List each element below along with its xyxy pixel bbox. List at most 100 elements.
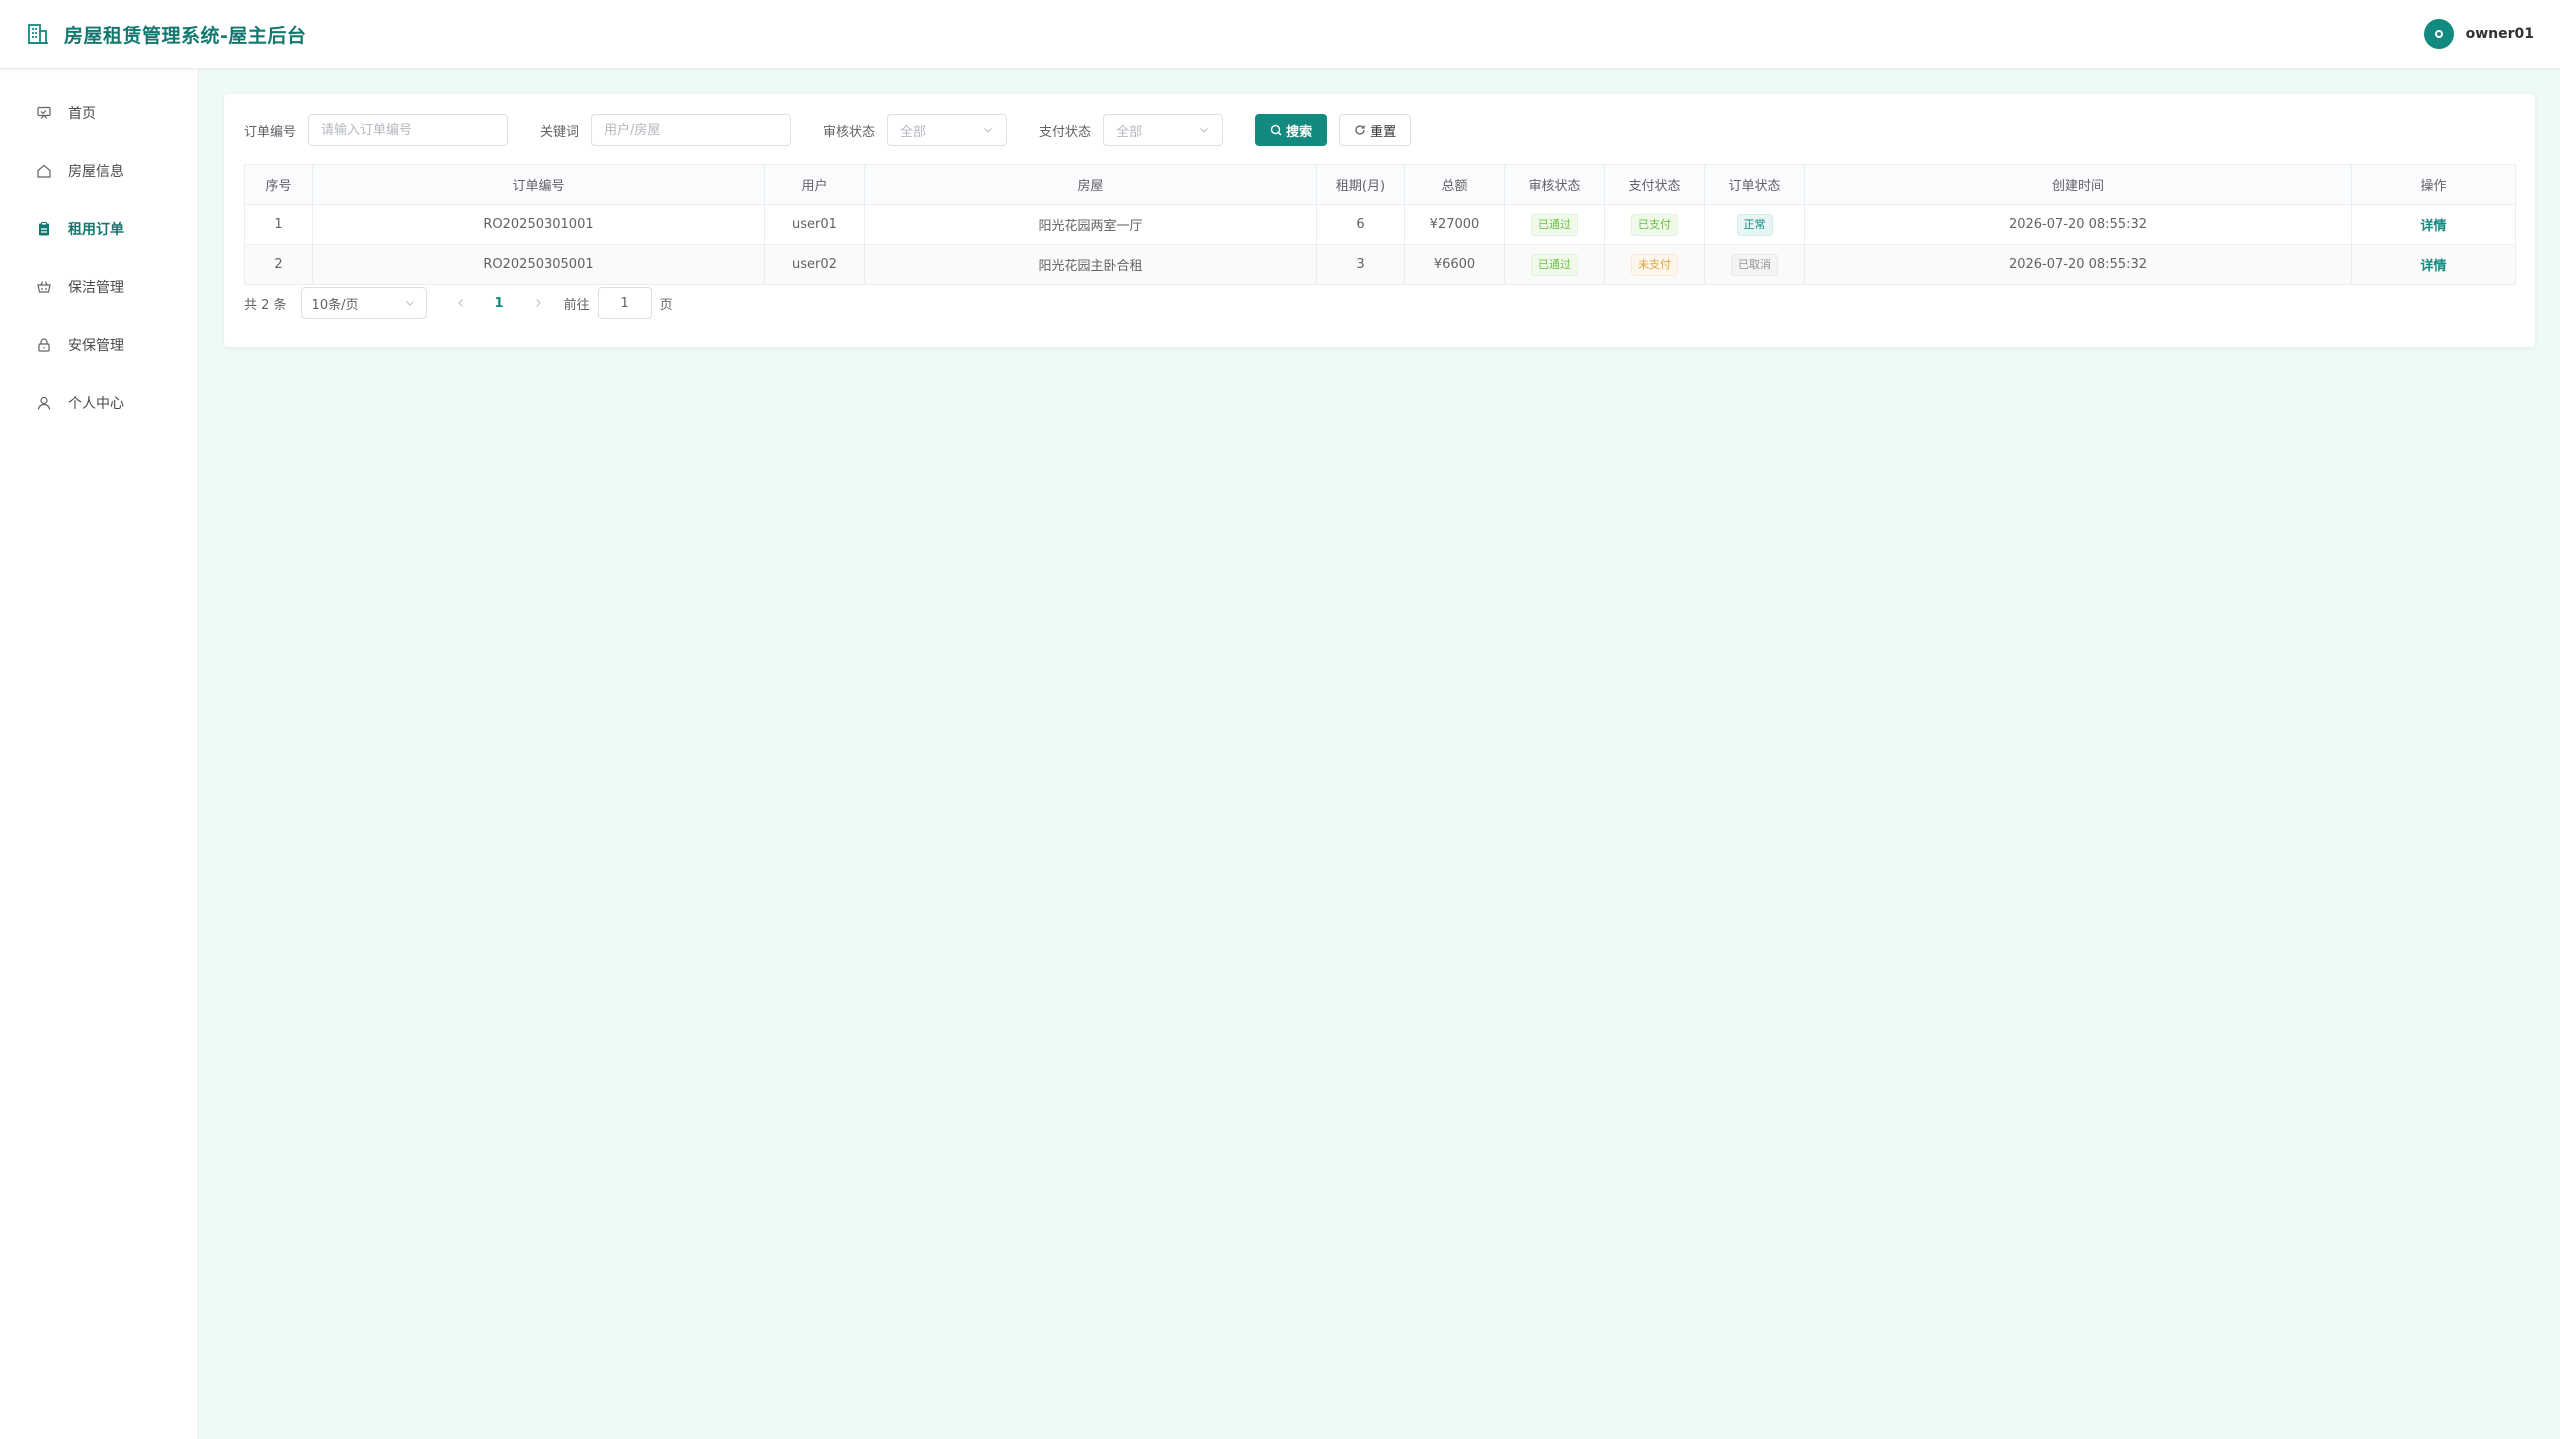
cell-created: 2026-07-20 08:55:32	[1804, 244, 2352, 285]
pay-status-select[interactable]: 全部	[1103, 114, 1224, 146]
pagination: 共 2 条 10条/页 1 前往 页	[244, 287, 2515, 319]
cell-total: ¥27000	[1404, 204, 1505, 245]
user-icon	[36, 395, 52, 411]
table-row: 1 RO20250301001 user01 阳光花园两室一厅 6 ¥27000…	[244, 204, 2516, 245]
search-button-label: 搜索	[1286, 124, 1313, 140]
sidebar-item-label: 租用订单	[68, 222, 124, 238]
sidebar-item-home[interactable]: 首页	[0, 84, 198, 142]
reset-button-label: 重置	[1370, 124, 1397, 140]
cell-total: ¥6600	[1404, 244, 1505, 285]
filter-bar: 订单编号 关键词 审核状态 全部 支付状态 全部 搜索 重置	[244, 114, 2515, 146]
order-no-input[interactable]	[308, 114, 509, 146]
sidebar-item-profile[interactable]: 个人中心	[0, 374, 198, 432]
cell-house: 阳光花园两室一厅	[864, 204, 1317, 245]
sidebar-item-rental-orders[interactable]: 租用订单	[0, 200, 198, 258]
col-header: 序号	[244, 164, 313, 205]
sidebar-item-label: 个人中心	[68, 396, 124, 412]
chevron-left-icon[interactable]	[455, 297, 467, 309]
order-status-badge: 正常	[1736, 213, 1773, 236]
pay-status-badge: 已支付	[1631, 213, 1678, 236]
lock-icon	[36, 337, 52, 353]
search-icon	[1270, 124, 1282, 136]
audit-status-value: 全部	[900, 124, 927, 140]
keyword-input[interactable]	[591, 114, 792, 146]
col-header: 操作	[2351, 164, 2516, 205]
chevron-down-icon	[984, 128, 992, 133]
order-no-label: 订单编号	[244, 124, 297, 140]
col-header: 房屋	[864, 164, 1317, 205]
sidebar-item-house-info[interactable]: 房屋信息	[0, 142, 198, 200]
goto-page-input[interactable]	[597, 287, 652, 319]
sidebar-item-label: 保洁管理	[68, 280, 124, 296]
cell-index: 2	[244, 244, 313, 285]
avatar[interactable]	[2423, 19, 2454, 49]
cell-order-no: RO20250301001	[312, 204, 765, 245]
page-number[interactable]: 1	[495, 296, 504, 311]
sidebar-item-security[interactable]: 安保管理	[0, 316, 198, 374]
table-header-row: 序号 订单编号 用户 房屋 租期(月) 总额 审核状态 支付状态 订单状态 创建…	[244, 164, 2516, 205]
top-header: 房屋租赁管理系统-屋主后台 owner01	[0, 0, 2560, 69]
chevron-down-icon	[405, 301, 414, 306]
pay-status-badge: 未支付	[1631, 253, 1678, 276]
order-status-badge: 已取消	[1731, 253, 1778, 276]
cell-order-no: RO20250305001	[312, 244, 765, 285]
chevron-right-icon[interactable]	[532, 297, 544, 309]
cell-audit: 已通过	[1504, 244, 1605, 285]
refresh-icon	[1355, 125, 1365, 135]
col-header: 总额	[1404, 164, 1505, 205]
home-board-icon	[36, 105, 52, 121]
detail-link[interactable]: 详情	[2420, 259, 2446, 274]
chevron-down-icon	[1200, 128, 1208, 133]
orders-card: 订单编号 关键词 审核状态 全部 支付状态 全部 搜索 重置 序号	[224, 94, 2535, 347]
username[interactable]: owner01	[2466, 26, 2534, 42]
reset-button[interactable]: 重置	[1339, 114, 1412, 146]
cell-action: 详情	[2351, 204, 2516, 245]
cell-status: 已取消	[1704, 244, 1805, 285]
detail-link[interactable]: 详情	[2420, 219, 2446, 234]
search-button[interactable]: 搜索	[1255, 114, 1328, 146]
clipboard-icon	[36, 221, 52, 237]
cell-audit: 已通过	[1504, 204, 1605, 245]
col-header: 支付状态	[1604, 164, 1705, 205]
cell-pay: 已支付	[1604, 204, 1705, 245]
keyword-label: 关键词	[540, 124, 580, 140]
total-count: 共 2 条	[244, 297, 287, 313]
cell-created: 2026-07-20 08:55:32	[1804, 204, 2352, 245]
table-row: 2 RO20250305001 user02 阳光花园主卧合租 3 ¥6600 …	[244, 244, 2516, 285]
audit-status-select[interactable]: 全部	[887, 114, 1008, 146]
house-icon	[36, 163, 52, 179]
sidebar-item-label: 安保管理	[68, 338, 124, 354]
sidebar-item-cleaning[interactable]: 保洁管理	[0, 258, 198, 316]
sidebar-item-label: 房屋信息	[68, 164, 124, 180]
basket-icon	[36, 279, 52, 295]
col-header: 创建时间	[1804, 164, 2352, 205]
sidebar: 首页 房屋信息 租用订单 保洁管理 安保管理 个人中心	[0, 69, 199, 1439]
audit-status-label: 审核状态	[823, 124, 876, 140]
cell-term: 3	[1316, 244, 1405, 285]
col-header: 审核状态	[1504, 164, 1605, 205]
audit-status-badge: 已通过	[1531, 213, 1578, 236]
goto-label: 前往	[563, 297, 590, 313]
audit-status-badge: 已通过	[1531, 253, 1578, 276]
cell-term: 6	[1316, 204, 1405, 245]
cell-status: 正常	[1704, 204, 1805, 245]
cell-house: 阳光花园主卧合租	[864, 244, 1317, 285]
cell-user: user01	[764, 204, 865, 245]
brand: 房屋租赁管理系统-屋主后台	[26, 21, 306, 48]
building-icon	[26, 22, 50, 46]
col-header: 租期(月)	[1316, 164, 1405, 205]
orders-table: 序号 订单编号 用户 房屋 租期(月) 总额 审核状态 支付状态 订单状态 创建…	[244, 164, 2516, 285]
cell-user: user02	[764, 244, 865, 285]
cell-index: 1	[244, 204, 313, 245]
user-menu[interactable]: owner01	[2423, 19, 2534, 49]
pay-status-label: 支付状态	[1039, 124, 1092, 140]
cell-pay: 未支付	[1604, 244, 1705, 285]
page-size-select[interactable]: 10条/页	[300, 287, 427, 319]
cell-action: 详情	[2351, 244, 2516, 285]
page-suffix: 页	[659, 297, 673, 313]
page-size-value: 10条/页	[311, 297, 359, 313]
pay-status-value: 全部	[1116, 124, 1143, 140]
sidebar-item-label: 首页	[68, 106, 96, 122]
col-header: 用户	[764, 164, 865, 205]
col-header: 订单状态	[1704, 164, 1805, 205]
